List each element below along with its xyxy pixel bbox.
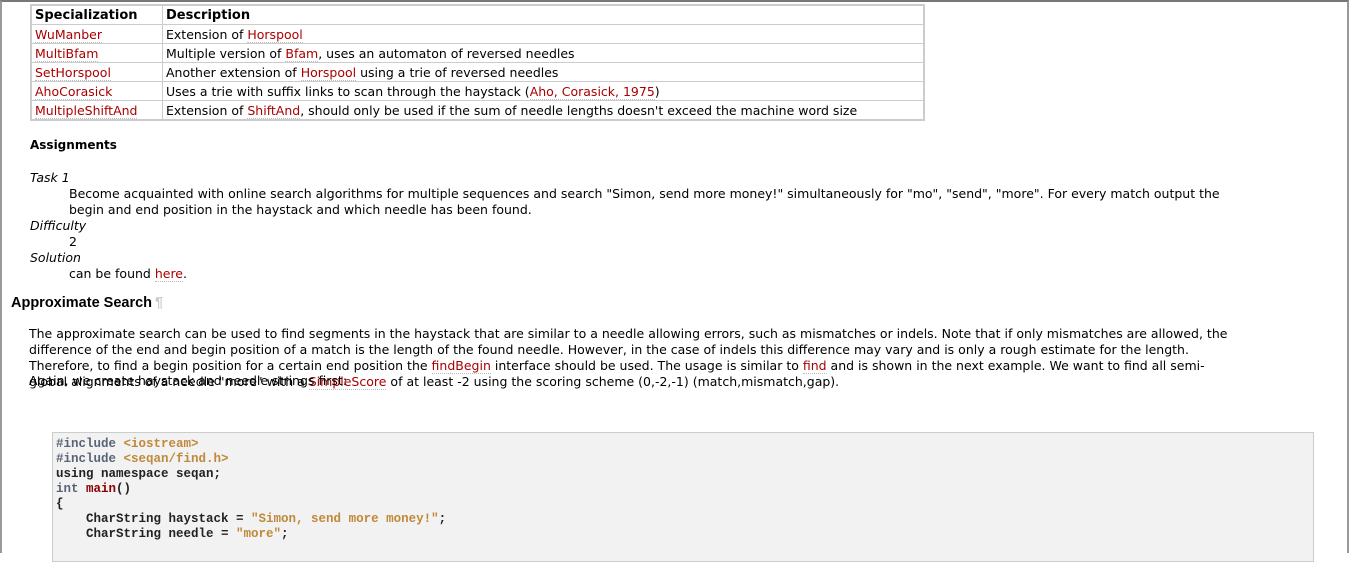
section-title: Approximate Search: [11, 295, 153, 311]
text-segment: Extension of: [166, 26, 248, 42]
text-segment: ): [654, 83, 660, 99]
table-row: MultiBfam Multiple version of Bfam, uses …: [30, 43, 925, 63]
again-paragraph: Again, we create haystack and needle str…: [29, 373, 348, 388]
specialization-link[interactable]: AhoCorasick: [35, 83, 113, 100]
task-label: Task 1: [30, 170, 70, 185]
description-cell: Multiple version of Bfam, uses an automa…: [162, 43, 925, 63]
text-segment: Therefore, to find a begin position for …: [29, 358, 432, 373]
inline-link[interactable]: ShiftAnd: [247, 102, 301, 119]
text-segment: , should only be used if the sum of need…: [300, 102, 858, 118]
table-row: MultipleShiftAnd Extension of ShiftAnd, s…: [30, 100, 925, 121]
code-line: CharString needle = "more";: [56, 527, 1313, 542]
code-token: CharString needle =: [56, 527, 237, 541]
inline-link[interactable]: Horspool: [247, 26, 303, 43]
text-segment: of at least -2 using the scoring scheme …: [386, 374, 840, 389]
table-row: AhoCorasick Uses a trie with suffix links…: [30, 81, 925, 101]
code-token: {: [56, 497, 64, 511]
code-block: #include <iostream> #include <seqan/find.…: [52, 432, 1314, 562]
paragraph-line: difference of the end and begin position…: [29, 342, 1227, 358]
table-header-row: Specialization Description: [30, 4, 925, 25]
table-row: WuManber Extension of Horspool: [30, 24, 925, 44]
column-header: Description: [162, 4, 925, 25]
inline-link[interactable]: findBegin: [431, 358, 491, 374]
solution-label: Solution: [30, 250, 81, 265]
code-token: using namespace seqan;: [56, 467, 222, 481]
paragraph-line: Therefore, to find a begin position for …: [29, 358, 1227, 374]
text-segment: difference of the end and begin position…: [29, 342, 1189, 357]
permalink-icon[interactable]: ¶: [155, 295, 163, 311]
code-line: #include <iostream>: [56, 437, 1313, 452]
code-token: #include: [56, 437, 124, 451]
text-segment: Another extension of: [166, 64, 301, 80]
specialization-table: Specialization Description WuManber Exten…: [30, 4, 925, 121]
specialization-link[interactable]: MultipleShiftAnd: [35, 102, 138, 119]
code-token: <iostream>: [123, 437, 199, 451]
inline-link[interactable]: Aho, Corasick, 1975: [529, 83, 655, 100]
task-text: begin and end position in the haystack a…: [69, 202, 532, 217]
text-segment: The approximate search can be used to fi…: [29, 326, 1228, 341]
text-segment: , uses an automaton of reversed needles: [318, 45, 575, 61]
text-segment: using a trie of reversed needles: [356, 64, 559, 80]
code-token: main: [86, 482, 117, 496]
code-token: (): [116, 482, 132, 496]
solution-text: can be found here.: [30, 266, 1220, 282]
assignment-task: Task 1 Become acquainted with online sea…: [30, 170, 1220, 282]
text-segment: interface should be used. The usage is s…: [490, 358, 803, 373]
text-segment: Uses a trie with suffix links to scan th…: [166, 83, 530, 99]
description-cell: Extension of ShiftAnd, should only be us…: [162, 100, 925, 121]
code-token: int: [56, 482, 87, 496]
code-line: CharString haystack = "Simon, send more …: [56, 512, 1313, 527]
code-token: CharString haystack =: [56, 512, 252, 526]
paragraph-line: The approximate search can be used to fi…: [29, 326, 1227, 342]
text-segment: and is shown in the next example. We wan…: [826, 358, 1205, 373]
specialization-link[interactable]: MultiBfam: [35, 45, 99, 62]
code-line: int main(): [56, 482, 1313, 497]
inline-link[interactable]: find: [802, 358, 827, 374]
description-cell: Another extension of Horspool using a tr…: [162, 62, 925, 82]
table-row: SetHorspool Another extension of Horspool…: [30, 62, 925, 82]
code-line: using namespace seqan;: [56, 467, 1313, 482]
inline-link[interactable]: Horspool: [300, 64, 357, 81]
code-line: #include <seqan/find.h>: [56, 452, 1313, 467]
description-cell: Uses a trie with suffix links to scan th…: [162, 81, 925, 101]
text-segment: Extension of: [166, 102, 248, 118]
code-token: "Simon, send more money!": [251, 512, 439, 526]
code-token: ;: [281, 527, 289, 541]
code-token: ;: [438, 512, 447, 526]
text-segment: Multiple version of: [166, 45, 286, 61]
assignments-heading: Assignments: [30, 138, 117, 152]
solution-prefix: can be found: [69, 266, 155, 281]
inline-link[interactable]: Bfam: [285, 45, 319, 62]
solution-suffix: .: [183, 266, 187, 281]
code-line: {: [56, 497, 1313, 512]
difficulty-label: Difficulty: [30, 218, 87, 233]
task-text: Become acquainted with online search alg…: [69, 186, 1220, 201]
specialization-link[interactable]: WuManber: [35, 26, 102, 43]
code-token: "more": [236, 527, 282, 541]
column-header: Specialization: [30, 4, 163, 25]
section-heading: Approximate Search ¶: [11, 295, 163, 311]
description-cell: Extension of Horspool: [162, 24, 925, 44]
difficulty-value: 2: [69, 234, 77, 249]
specialization-link[interactable]: SetHorspool: [35, 64, 111, 81]
code-token: <seqan/find.h>: [123, 452, 229, 466]
code-token: #include: [56, 452, 124, 466]
solution-link[interactable]: here: [154, 266, 183, 282]
